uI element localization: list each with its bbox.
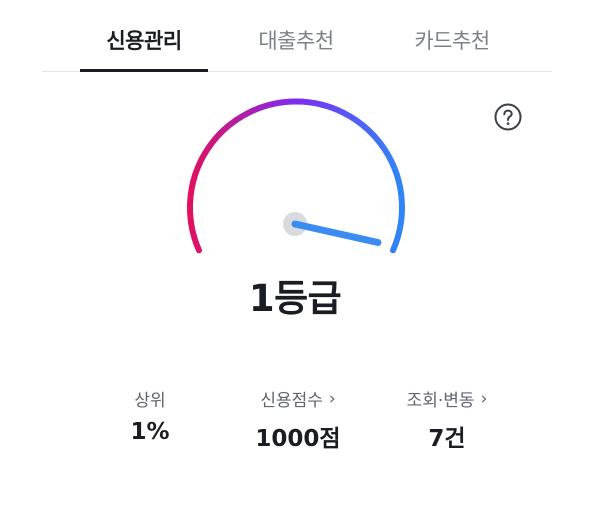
- stat-top-percent: 상위 1%: [95, 386, 205, 445]
- chevron-right-icon: ›: [480, 388, 488, 409]
- stat-label: 신용점수: [260, 391, 323, 411]
- question-circle-icon[interactable]: [494, 103, 522, 131]
- stat-label: 조회·변동: [406, 391, 475, 411]
- stat-value: 1000점: [255, 426, 341, 452]
- gauge-needle: [291, 220, 382, 246]
- stat-inquiries-changes[interactable]: 조회·변동 › 7건: [372, 386, 522, 453]
- stat-label: 상위: [134, 391, 166, 411]
- chevron-right-icon: ›: [328, 388, 336, 409]
- stat-value: 1%: [130, 419, 170, 445]
- credit-grade: 1등급: [248, 277, 342, 320]
- stat-value: 7건: [428, 426, 466, 452]
- credit-gauge: [187, 98, 405, 254]
- tab-loan-recommendation[interactable]: 대출추천: [238, 25, 354, 71]
- tab-bar: 신용관리 대출추천 카드추천: [42, 0, 552, 72]
- tab-credit-management[interactable]: 신용관리: [86, 25, 202, 71]
- tab-card-recommendation[interactable]: 카드추천: [394, 25, 510, 71]
- stat-credit-score[interactable]: 신용점수 › 1000점: [226, 386, 370, 453]
- active-tab-indicator: [80, 69, 208, 72]
